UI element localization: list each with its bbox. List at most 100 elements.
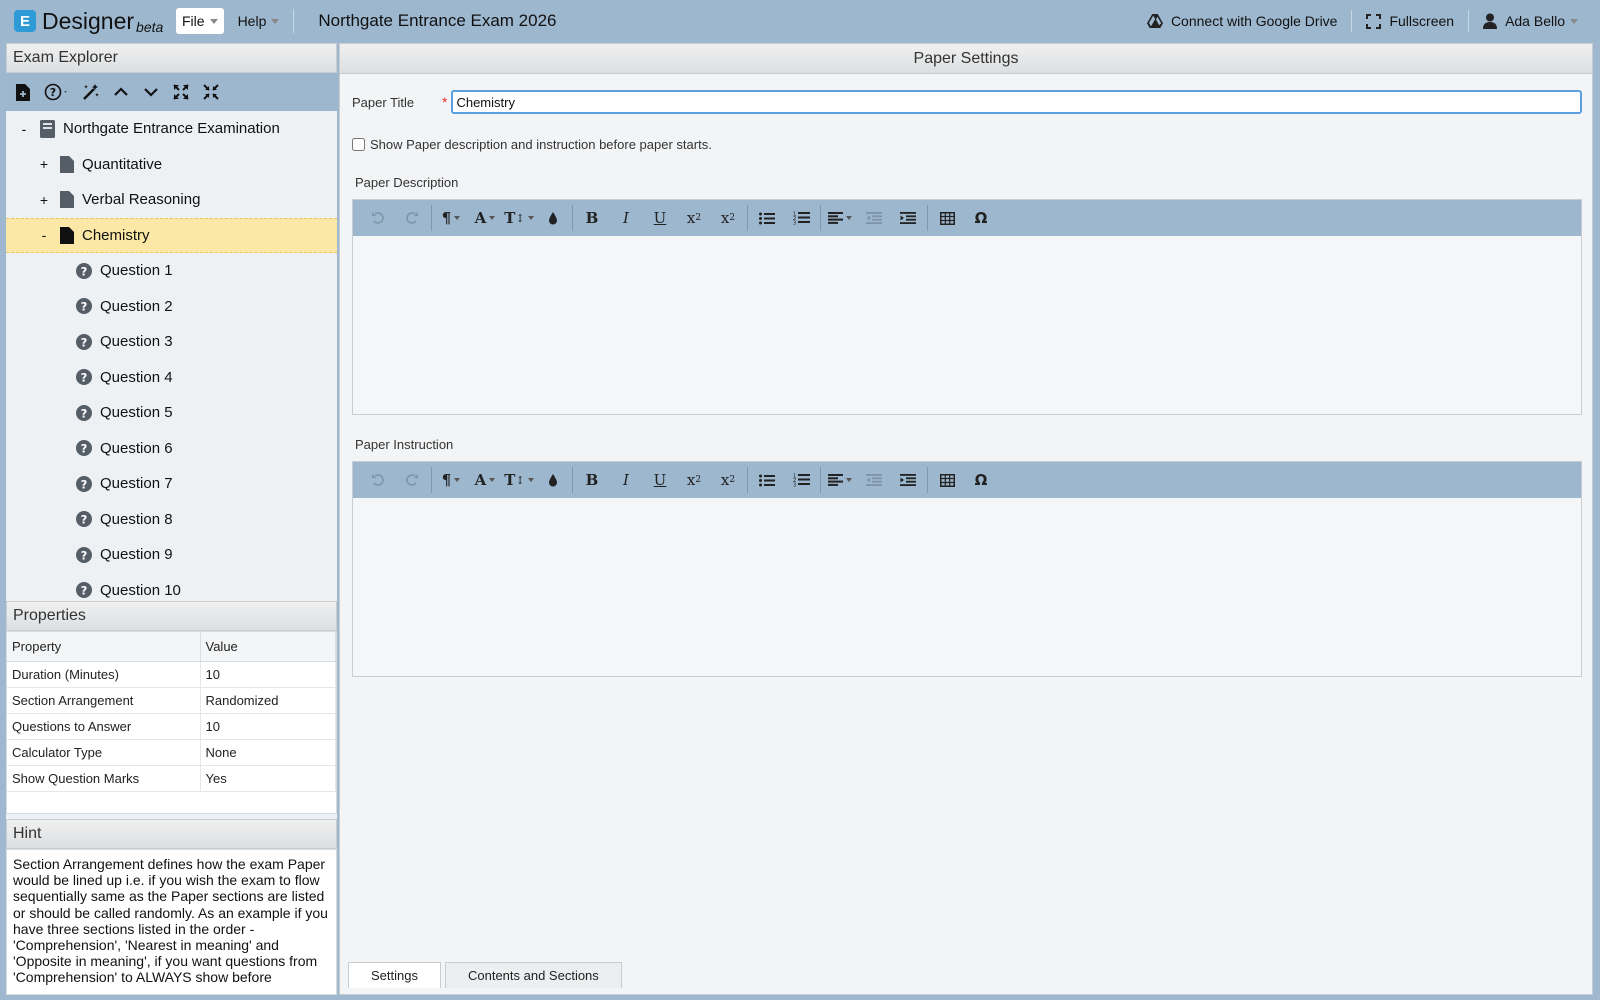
- tree-toggle[interactable]: +: [38, 156, 50, 172]
- table-row[interactable]: Calculator Type None: [7, 739, 336, 766]
- document-icon: [60, 191, 74, 209]
- magic-wand-icon[interactable]: [82, 83, 100, 101]
- svg-text:?: ?: [81, 442, 88, 456]
- tree-question[interactable]: ? Question 8: [6, 502, 337, 538]
- editor-toolbar: ¶ A T ↕ B I Ux 2 x 2 1 2 3 Ω: [353, 462, 1581, 498]
- table-row[interactable]: Duration (Minutes) 10: [7, 661, 336, 688]
- paragraph-icon[interactable]: ¶: [434, 466, 468, 494]
- outdent-icon[interactable]: [857, 204, 891, 232]
- tree-root[interactable]: - Northgate Entrance Examination: [6, 111, 337, 147]
- tree-question[interactable]: ? Question 6: [6, 431, 337, 467]
- tree-question[interactable]: ? Question 4: [6, 360, 337, 396]
- tree-toggle[interactable]: +: [38, 192, 50, 208]
- indent-icon[interactable]: [891, 466, 925, 494]
- property-value[interactable]: None: [200, 739, 336, 766]
- align-icon[interactable]: [823, 204, 857, 232]
- bullet-list-icon[interactable]: [750, 466, 784, 494]
- table-row[interactable]: Section Arrangement Randomized: [7, 687, 336, 714]
- svg-text:?: ?: [81, 548, 88, 562]
- svg-text:?: ?: [81, 584, 88, 598]
- property-value[interactable]: Randomized: [200, 687, 336, 714]
- text-color-icon[interactable]: [536, 204, 570, 232]
- paper-description-textarea[interactable]: [353, 236, 1581, 414]
- question-icon: ?: [76, 440, 92, 457]
- special-character-icon[interactable]: Ω: [964, 204, 998, 232]
- chevron-up-icon[interactable]: [112, 83, 130, 101]
- subscript-icon[interactable]: x2: [711, 204, 745, 232]
- font-size-icon[interactable]: T ↕: [502, 204, 536, 232]
- paper-title-input[interactable]: [451, 90, 1582, 114]
- property-name: Section Arrangement: [7, 687, 201, 714]
- tree-question[interactable]: ? Question 9: [6, 537, 337, 573]
- table-icon[interactable]: [930, 466, 964, 494]
- property-value[interactable]: 10: [200, 661, 336, 688]
- table-icon[interactable]: [930, 204, 964, 232]
- toolbar-divider: [820, 467, 821, 493]
- connect-google-drive-button[interactable]: Connect with Google Drive: [1133, 13, 1352, 29]
- tab-settings[interactable]: Settings: [348, 962, 441, 988]
- fullscreen-label: Fullscreen: [1389, 13, 1455, 29]
- undo-icon[interactable]: [361, 466, 395, 494]
- tree-toggle[interactable]: -: [38, 227, 50, 243]
- special-character-icon[interactable]: Ω: [964, 466, 998, 494]
- menu-file[interactable]: File: [176, 8, 224, 34]
- align-icon[interactable]: [823, 466, 857, 494]
- tree-question[interactable]: ? Question 3: [6, 324, 337, 360]
- redo-icon[interactable]: [395, 204, 429, 232]
- superscript-icon[interactable]: x2: [677, 204, 711, 232]
- collapse-all-icon[interactable]: [202, 83, 220, 101]
- tree-question-label: Question 4: [100, 368, 173, 386]
- redo-icon[interactable]: [395, 466, 429, 494]
- table-row[interactable]: Questions to Answer 10: [7, 713, 336, 740]
- font-icon[interactable]: A: [468, 466, 502, 494]
- outdent-icon[interactable]: [857, 466, 891, 494]
- property-value[interactable]: 10: [200, 713, 336, 740]
- paper-instruction-textarea[interactable]: [353, 498, 1581, 676]
- property-value[interactable]: Yes: [200, 765, 336, 792]
- chevron-down-icon[interactable]: [142, 83, 160, 101]
- chevron-down-icon: [271, 18, 280, 24]
- tree-paper-quantitative[interactable]: + Quantitative: [6, 147, 337, 183]
- new-file-icon[interactable]: [14, 83, 32, 101]
- numbered-list-icon[interactable]: 123: [784, 204, 818, 232]
- underline-icon[interactable]: U: [643, 466, 677, 494]
- italic-icon[interactable]: I: [609, 204, 643, 232]
- help-circle-icon[interactable]: ?: [44, 83, 70, 101]
- bold-icon[interactable]: B: [575, 204, 609, 232]
- question-icon: ?: [76, 333, 92, 350]
- expand-all-icon[interactable]: [172, 83, 190, 101]
- font-size-icon[interactable]: T ↕: [502, 466, 536, 494]
- underline-icon[interactable]: U: [643, 204, 677, 232]
- numbered-list-icon[interactable]: 123: [784, 466, 818, 494]
- indent-icon[interactable]: [891, 204, 925, 232]
- tab-contents-and-sections[interactable]: Contents and Sections: [444, 962, 622, 988]
- table-row[interactable]: Show Question Marks Yes: [7, 765, 336, 792]
- menu-help-label: Help: [237, 13, 267, 29]
- tree-paper-chemistry[interactable]: - Chemistry: [6, 217, 337, 253]
- paragraph-icon[interactable]: ¶: [434, 204, 468, 232]
- fullscreen-button[interactable]: Fullscreen: [1352, 13, 1468, 29]
- show-description-checkbox[interactable]: [352, 138, 365, 151]
- tree-question[interactable]: ? Question 2: [6, 289, 337, 325]
- tree-question[interactable]: ? Question 7: [6, 466, 337, 502]
- tree-paper-verbal-reasoning[interactable]: + Verbal Reasoning: [6, 182, 337, 218]
- tree-question[interactable]: ? Question 5: [6, 395, 337, 431]
- bullet-list-icon[interactable]: [750, 204, 784, 232]
- tree-question[interactable]: ? Question 10: [6, 573, 337, 602]
- google-drive-icon: [1146, 14, 1163, 28]
- menu-help[interactable]: Help: [232, 8, 286, 34]
- subscript-icon[interactable]: x2: [711, 466, 745, 494]
- bold-icon[interactable]: B: [575, 466, 609, 494]
- tree-question[interactable]: ? Question 1: [6, 253, 337, 289]
- show-description-option[interactable]: Show Paper description and instruction b…: [352, 137, 712, 152]
- text-color-icon[interactable]: [536, 466, 570, 494]
- italic-icon[interactable]: I: [609, 466, 643, 494]
- user-menu[interactable]: Ada Bello: [1469, 13, 1592, 29]
- tree-toggle[interactable]: -: [18, 121, 30, 137]
- font-icon[interactable]: A: [468, 204, 502, 232]
- paper-title-row: Paper Title *: [352, 90, 1582, 114]
- bottom-tabs: Settings Contents and Sections: [348, 962, 626, 988]
- undo-icon[interactable]: [361, 204, 395, 232]
- svg-text:?: ?: [81, 335, 88, 349]
- superscript-icon[interactable]: x2: [677, 466, 711, 494]
